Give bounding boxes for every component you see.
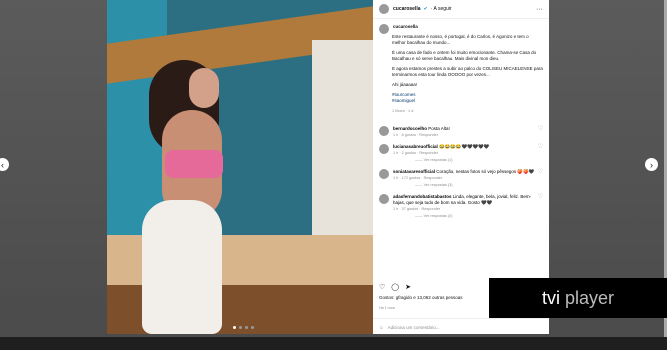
post-photo[interactable]	[107, 0, 373, 334]
caption-line: É uma casa de fado e ontem foi muito emo…	[392, 50, 537, 61]
post-username[interactable]: cucarosella	[393, 6, 421, 12]
emoji-icon[interactable]: ☺	[379, 325, 384, 330]
comment-item: lucianasabreuofficial 😂😂😂😂🖤🖤🖤🖤🖤 1 h · 2 …	[373, 141, 549, 166]
comment-text: Posta Alta!	[428, 126, 450, 131]
likes-count[interactable]: Gostos: gfragido e 13,062 outras pessoas	[379, 295, 463, 300]
avatar[interactable]	[379, 126, 389, 136]
heart-icon[interactable]: ♡	[379, 283, 385, 291]
heart-icon[interactable]: ♡	[538, 144, 543, 163]
comment-icon[interactable]: ◯	[391, 283, 399, 291]
caption-line: Este restaurante é nosso, é portugal, é …	[392, 34, 529, 45]
comment-username[interactable]: adasfernandobatistabastos	[393, 194, 452, 199]
comment-text: 😂😂😂😂🖤🖤🖤🖤🖤	[439, 144, 490, 149]
carousel-dots	[233, 326, 254, 329]
avatar[interactable]	[379, 194, 389, 204]
photo-figure-top	[165, 150, 223, 178]
comment-meta[interactable]: 1 h · 2 gostos · Responder	[393, 150, 535, 156]
comment-username[interactable]: lucianasabreuofficial	[393, 144, 438, 149]
share-icon[interactable]: ➤	[405, 283, 411, 291]
post-caption: cucarosella Este restaurante é nosso, é …	[373, 19, 549, 123]
comment-username[interactable]: bernardocoelho	[393, 126, 427, 131]
comment-text: Coração, nestas fotos só vejo pêssegos 🍑…	[436, 169, 535, 174]
carousel-dot	[239, 326, 242, 329]
tvi-player-logo: tvi player	[489, 278, 667, 318]
heart-icon[interactable]: ♡	[538, 194, 543, 219]
photo-wall-white	[312, 40, 373, 240]
heart-icon[interactable]: ♡	[538, 126, 543, 138]
comment-item: soniatavaresofficial Coração, nestas fot…	[373, 166, 549, 191]
avatar[interactable]	[379, 144, 389, 154]
hashtag-link[interactable]: #tourcomes	[392, 92, 416, 97]
comment-item: bernardocoelho Posta Alta! 1 h · 8 gosto…	[373, 123, 549, 141]
comment-meta[interactable]: 1 h · 37 gostos · Responder	[393, 206, 535, 212]
post-header: cucarosella ✔ · A seguir ···	[373, 0, 549, 19]
caption-meta: 1 Ilhora · 1 d	[392, 109, 414, 113]
player-bottom-bar	[0, 337, 667, 350]
avatar[interactable]	[379, 24, 389, 34]
caption-line: E agora estamos prestes a subir ao palco…	[392, 66, 543, 77]
comment-username[interactable]: soniatavaresofficial	[393, 169, 435, 174]
carousel-dot	[251, 326, 254, 329]
brand-text-accent: player	[564, 287, 615, 308]
comment-item: adasfernandobatistabastos Linda, elegant…	[373, 191, 549, 222]
follow-status[interactable]: · A seguir	[431, 6, 452, 12]
carousel-dot	[233, 326, 236, 329]
nav-chevron-right-icon[interactable]: ›	[645, 158, 658, 171]
heart-icon[interactable]: ♡	[538, 169, 543, 188]
more-icon[interactable]: ···	[536, 6, 543, 13]
avatar[interactable]	[379, 169, 389, 179]
comment-meta[interactable]: 1 h · 8 gostos · Responder	[393, 132, 535, 138]
add-comment-placeholder[interactable]: Adiciona um comentário...	[388, 325, 440, 330]
post-date: Há 1 hora	[379, 306, 395, 310]
view-replies-link[interactable]: —— Ver respostas (2)	[393, 213, 535, 219]
caption-username[interactable]: cucarosella	[393, 24, 418, 34]
caption-line: Ahi jáaaaaa!	[392, 82, 418, 87]
avatar[interactable]	[379, 4, 389, 14]
verified-badge-icon: ✔	[423, 6, 428, 12]
view-replies-link[interactable]: —— Ver respostas (1)	[393, 157, 535, 163]
photo-figure-legs	[142, 200, 222, 334]
add-comment-field[interactable]: ☺ Adiciona um comentário...	[373, 318, 549, 334]
brand-text: tvi	[541, 287, 560, 308]
hashtag-link[interactable]: #saomiguel	[392, 98, 415, 103]
photo-figure-head	[189, 68, 219, 108]
comment-meta[interactable]: 1 h · 172 gostos · Responder	[393, 175, 535, 181]
carousel-dot	[245, 326, 248, 329]
view-replies-link[interactable]: —— Ver respostas (3)	[393, 182, 535, 188]
